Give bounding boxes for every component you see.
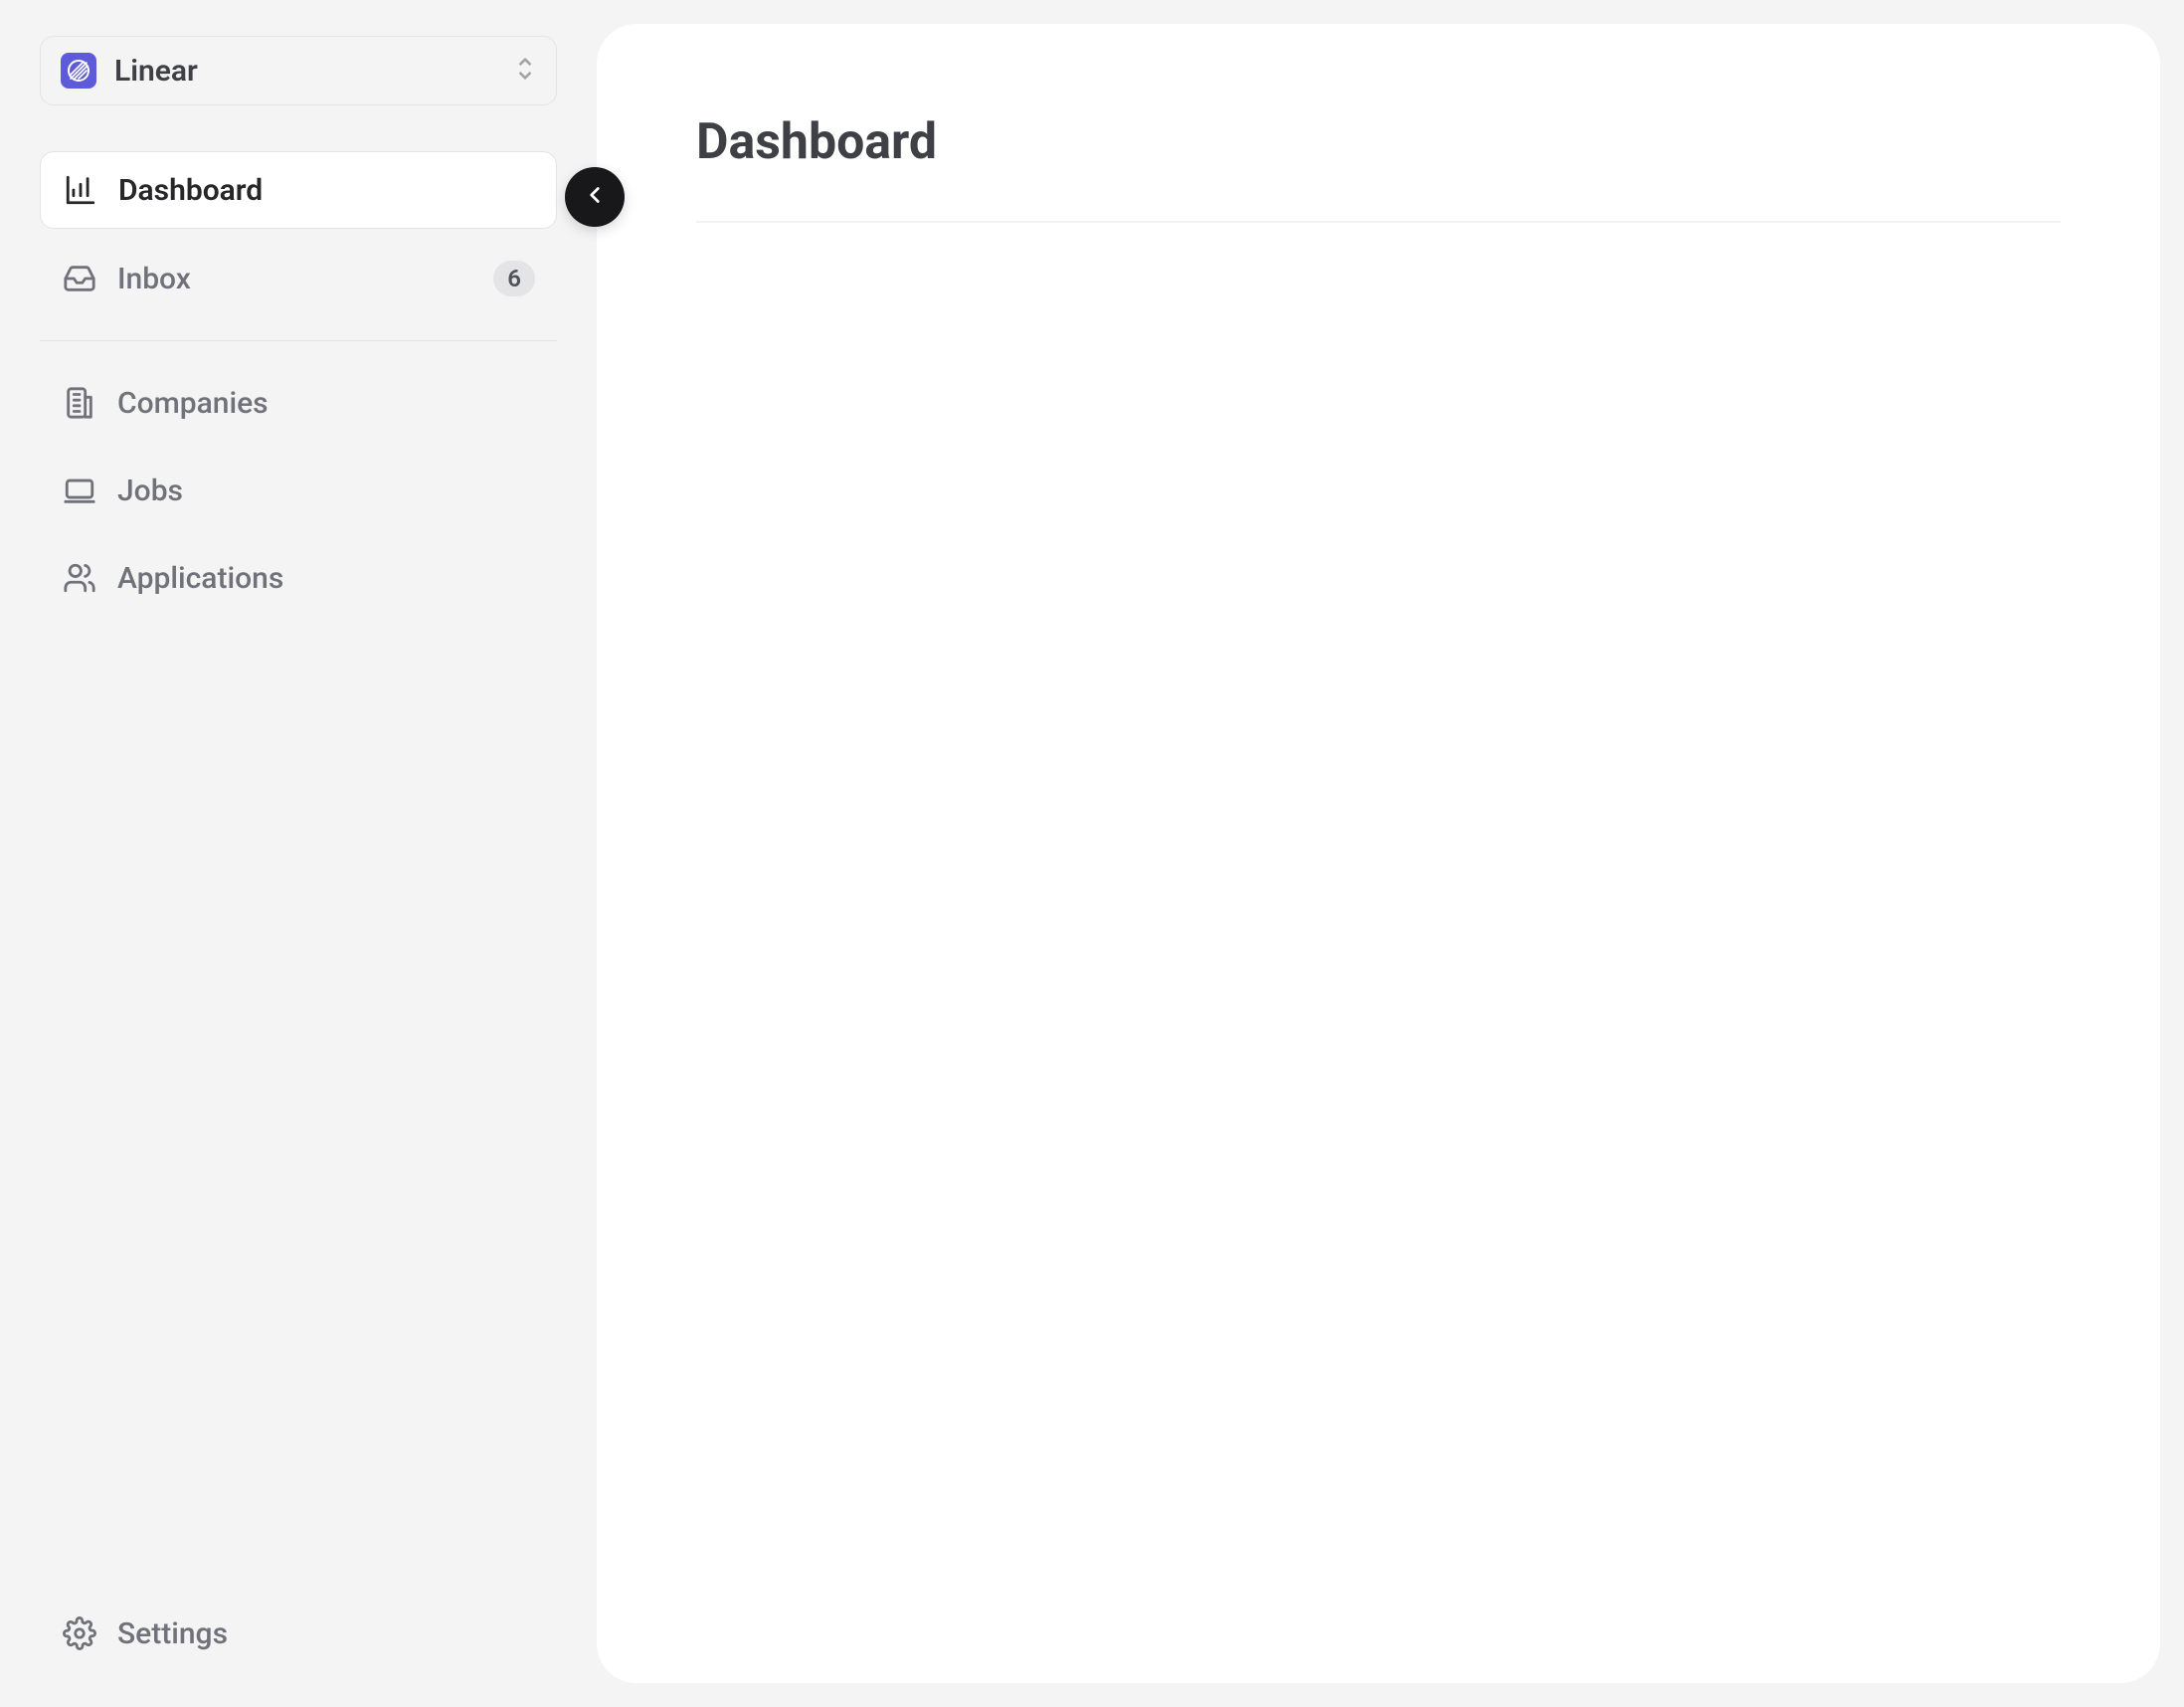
main-card: Dashboard <box>597 24 2160 1683</box>
sidebar-item-settings[interactable]: Settings <box>40 1596 557 1671</box>
page-title: Dashboard <box>696 113 2061 171</box>
sidebar: Linear Dashboard <box>0 0 597 1707</box>
sidebar-item-label: Applications <box>117 561 535 596</box>
users-icon <box>62 560 97 596</box>
chevrons-up-down-icon <box>514 55 536 87</box>
collapse-sidebar-button[interactable] <box>565 167 625 227</box>
workspace-logo-icon <box>61 53 96 89</box>
main: Dashboard <box>597 0 2184 1707</box>
sidebar-item-label: Settings <box>117 1616 535 1651</box>
sidebar-item-label: Jobs <box>117 474 535 508</box>
gear-icon <box>62 1615 97 1651</box>
sidebar-item-applications[interactable]: Applications <box>40 540 557 616</box>
content-divider <box>696 221 2061 223</box>
inbox-badge: 6 <box>493 261 535 296</box>
sidebar-item-dashboard[interactable]: Dashboard <box>40 151 557 229</box>
workspace-name: Linear <box>114 54 496 89</box>
workspace-switcher[interactable]: Linear <box>40 36 557 105</box>
sidebar-item-label: Companies <box>117 386 535 421</box>
laptop-icon <box>62 473 97 508</box>
sidebar-item-companies[interactable]: Companies <box>40 365 557 441</box>
sidebar-footer: Settings <box>40 1596 557 1671</box>
inbox-icon <box>62 261 97 296</box>
sidebar-secondary-nav: Companies Jobs Applications <box>40 365 557 616</box>
sidebar-item-inbox[interactable]: Inbox 6 <box>40 241 557 316</box>
building-icon <box>62 385 97 421</box>
sidebar-item-label: Dashboard <box>118 173 534 208</box>
sidebar-primary-nav: Dashboard Inbox 6 <box>40 151 557 316</box>
chevron-left-icon <box>582 182 608 212</box>
sidebar-divider <box>40 340 557 341</box>
bar-chart-icon <box>63 172 98 208</box>
sidebar-item-label: Inbox <box>117 262 473 296</box>
sidebar-item-jobs[interactable]: Jobs <box>40 453 557 528</box>
